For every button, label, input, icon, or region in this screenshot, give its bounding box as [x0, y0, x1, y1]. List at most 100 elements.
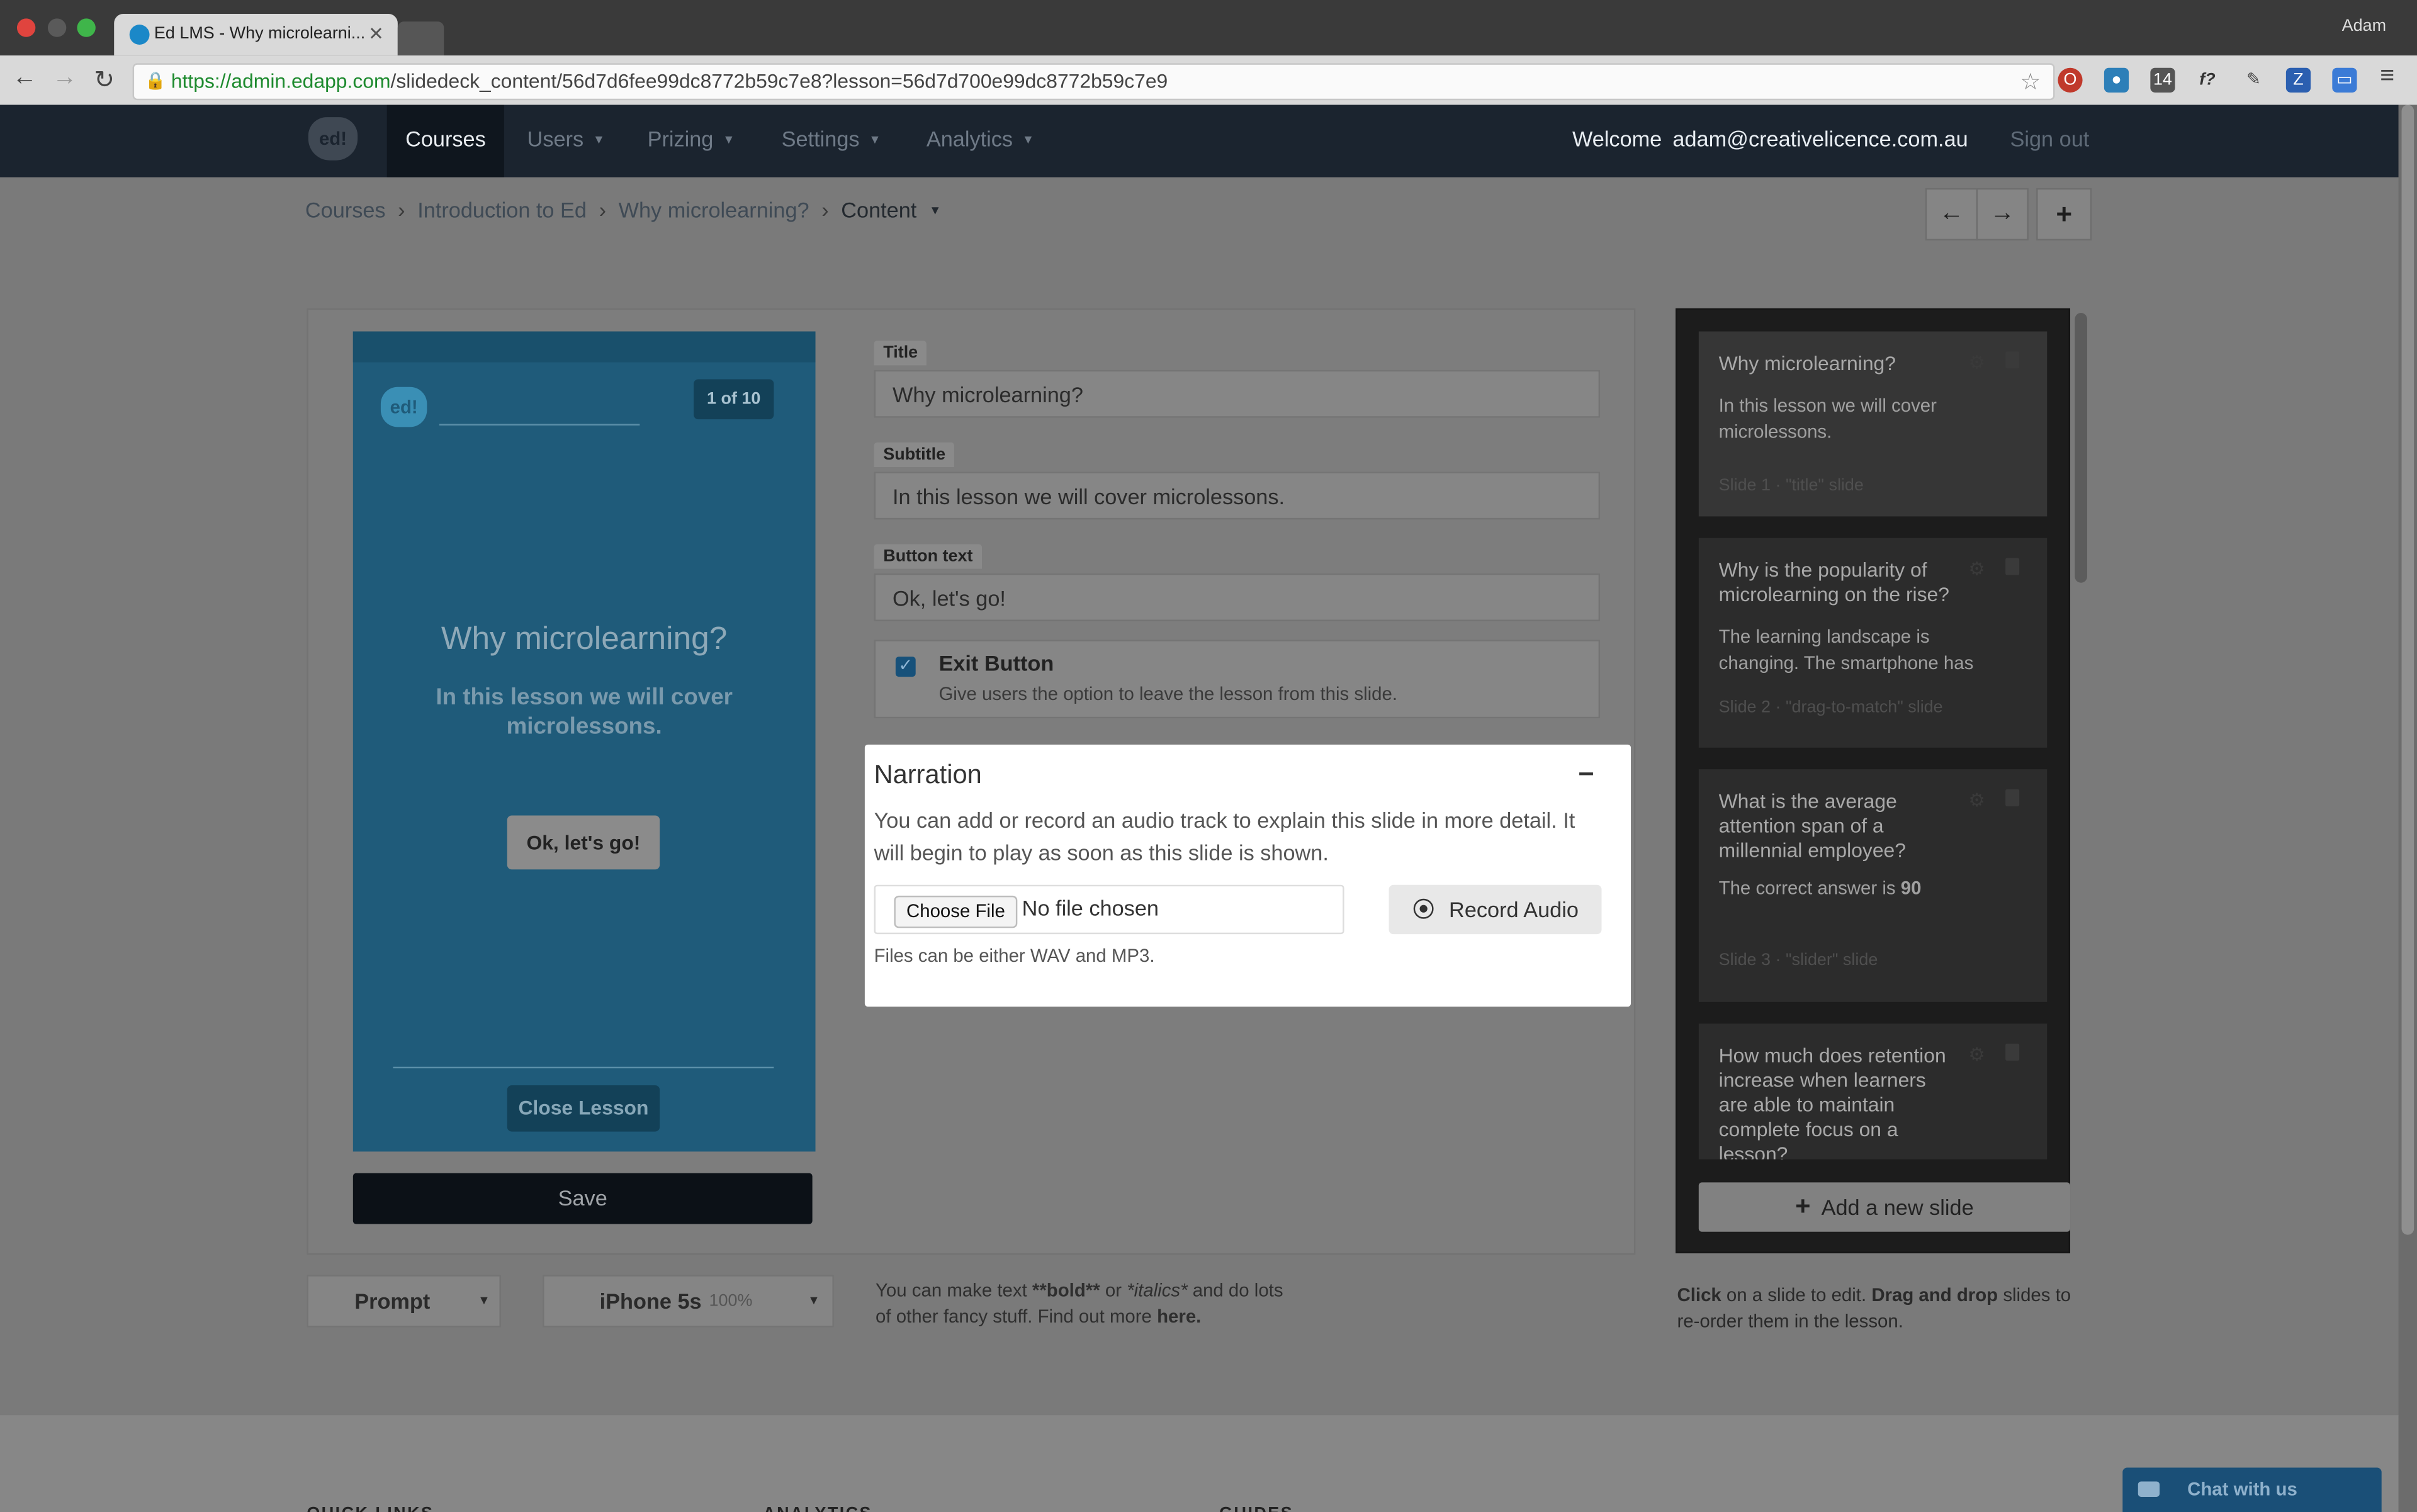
- slide-card[interactable]: What is the average attention span of a …: [1698, 769, 2048, 1002]
- subtitle-input[interactable]: In this lesson we will cover microlesson…: [874, 471, 1601, 520]
- breadcrumb-lesson[interactable]: Why microlearning?: [619, 197, 809, 222]
- sidebar-scrollbar[interactable]: [2075, 313, 2087, 583]
- breadcrumb-course[interactable]: Introduction to Ed: [417, 197, 587, 222]
- trash-icon[interactable]: [2005, 1043, 2020, 1061]
- screen-extension-icon[interactable]: ▭: [2332, 67, 2357, 93]
- record-audio-button[interactable]: Record Audio: [1389, 884, 1602, 935]
- reload-icon[interactable]: ↻: [94, 65, 115, 96]
- breadcrumb-current[interactable]: Content ▼: [841, 197, 941, 222]
- nav-courses[interactable]: Courses: [386, 104, 505, 178]
- next-lesson-button[interactable]: →: [1976, 188, 2029, 241]
- minimize-icon[interactable]: –: [1579, 757, 1594, 789]
- slide-meta: Slide 1 · "title" slide: [1718, 476, 1864, 495]
- narration-panel: Narration – You can add or record an aud…: [864, 744, 1631, 1007]
- title-input[interactable]: Why microlearning?: [874, 370, 1601, 418]
- breadcrumb-courses[interactable]: Courses: [305, 197, 386, 222]
- slide-body: The learning landscape is changing. The …: [1718, 626, 1974, 674]
- lock-icon: 🔒: [145, 72, 166, 91]
- preview-subtitle: In this lesson we will cover microlesson…: [436, 684, 733, 740]
- preview-start-button[interactable]: Ok, let's go!: [507, 815, 660, 870]
- page-scrollbar[interactable]: [2398, 104, 2417, 1512]
- extension-icon[interactable]: ●: [2104, 67, 2129, 93]
- caret-down-icon: ▼: [478, 1293, 490, 1307]
- device-select[interactable]: iPhone 5s 100% ▼: [543, 1275, 834, 1328]
- exit-button-label: Exit Button: [938, 650, 1054, 675]
- plus-icon: +: [2056, 198, 2073, 230]
- trash-icon[interactable]: [2005, 558, 2020, 575]
- nav-prizing[interactable]: Prizing ▼: [629, 105, 753, 178]
- tab-title: Ed LMS - Why microlearni...: [154, 25, 366, 43]
- preview-title: Why microlearning?: [441, 621, 728, 657]
- template-select[interactable]: Prompt ▼: [307, 1275, 501, 1328]
- preview-logo: ed!: [380, 386, 427, 427]
- slide-card[interactable]: Why microlearning? ⚙ In this lesson we w…: [1698, 331, 2048, 517]
- close-tab-icon[interactable]: ✕: [368, 23, 384, 45]
- caret-down-icon: ▼: [869, 132, 881, 147]
- sign-out-link[interactable]: Sign out: [2010, 127, 2089, 151]
- profile-name[interactable]: Adam: [2342, 17, 2386, 35]
- slide-preview: ed! 1 of 10 Why microlearning? In this l…: [352, 331, 816, 1152]
- gear-icon[interactable]: ⚙: [1968, 351, 1985, 373]
- main-nav: ed! Courses Users ▼ Prizing ▼ Settings ▼ An…: [0, 104, 2399, 178]
- user-email[interactable]: adam@creativelicence.com.au: [1672, 127, 1968, 151]
- footer-heading: GUIDES: [1219, 1504, 1293, 1512]
- browser-tab-strip: Ed LMS - Why microlearni... ✕ Adam: [0, 0, 2417, 56]
- zotero-extension-icon[interactable]: Z: [2285, 67, 2311, 93]
- close-lesson-button[interactable]: Close Lesson: [507, 1085, 660, 1132]
- add-button[interactable]: +: [2036, 188, 2092, 241]
- close-window-button[interactable]: [16, 18, 36, 37]
- welcome-message: Welcome adam@creativelicence.com.au: [1572, 126, 1968, 152]
- arrow-right-icon: →: [1990, 200, 2015, 227]
- back-arrow-icon[interactable]: ←: [13, 65, 37, 93]
- ed-logo[interactable]: ed!: [308, 117, 358, 161]
- site-favicon-icon: [129, 25, 150, 45]
- maximize-window-button[interactable]: [77, 18, 96, 37]
- button-text-input[interactable]: Ok, let's go!: [874, 573, 1601, 621]
- forward-arrow-icon[interactable]: →: [52, 65, 77, 93]
- button-text-label: Button text: [874, 541, 983, 569]
- caret-down-icon: ▼: [592, 132, 606, 147]
- choose-file-button[interactable]: Choose File: [894, 895, 1018, 928]
- exit-button-checkbox[interactable]: ✓: [895, 657, 916, 677]
- chat-widget-button[interactable]: Chat with us: [2122, 1467, 2382, 1512]
- slide-meta: Slide 2 · "drag-to-match" slide: [1718, 698, 1943, 717]
- narration-title: Narration: [874, 760, 982, 789]
- scrollbar-thumb[interactable]: [2401, 104, 2414, 1235]
- title-label: Title: [874, 337, 927, 366]
- nav-users[interactable]: Users ▼: [509, 105, 623, 178]
- caret-down-icon: ▼: [1022, 132, 1035, 147]
- formatting-help: You can make text **bold** or *italics* …: [876, 1279, 1283, 1328]
- opera-extension-icon[interactable]: O: [2058, 67, 2083, 93]
- slide-card[interactable]: How much does retention increase when le…: [1698, 1024, 2048, 1159]
- trash-icon[interactable]: [2005, 789, 2020, 806]
- formula-extension-icon[interactable]: f?: [2195, 68, 2219, 93]
- address-bar[interactable]: 🔒 https://admin.edapp.com/slidedeck_cont…: [132, 63, 2055, 101]
- file-format-hint: Files can be either WAV and MP3.: [874, 945, 1155, 967]
- add-slide-button[interactable]: + Add a new slide: [1698, 1182, 2071, 1232]
- gear-icon[interactable]: ⚙: [1968, 1044, 1985, 1065]
- slide-title: Why microlearning?: [1718, 351, 1896, 375]
- help-link[interactable]: here.: [1157, 1306, 1201, 1327]
- chat-bubble-icon: [2138, 1481, 2160, 1497]
- eyedropper-extension-icon[interactable]: ✎: [2241, 68, 2266, 93]
- gear-icon[interactable]: ⚙: [1968, 558, 1985, 580]
- gear-icon[interactable]: ⚙: [1968, 789, 1985, 811]
- plus-icon: +: [1795, 1192, 1811, 1221]
- new-tab-button[interactable]: [397, 21, 444, 56]
- exit-button-description: Give users the option to leave the lesso…: [938, 682, 1398, 705]
- previous-lesson-button[interactable]: ←: [1925, 188, 1978, 241]
- browser-tab[interactable]: Ed LMS - Why microlearni... ✕: [114, 14, 398, 56]
- nav-settings[interactable]: Settings ▼: [763, 105, 899, 178]
- minimize-window-button[interactable]: [47, 18, 67, 37]
- bookmark-star-icon[interactable]: ☆: [2020, 68, 2041, 96]
- save-button[interactable]: Save: [352, 1173, 813, 1224]
- calendar-extension-icon[interactable]: 14: [2150, 67, 2175, 93]
- exit-button-option: ✓ Exit Button Give users the option to l…: [874, 640, 1601, 719]
- footer: QUICK LINKS ANALYTICS GUIDES: [0, 1415, 2399, 1512]
- audio-file-input[interactable]: Choose File No file chosen: [874, 884, 1344, 935]
- trash-icon[interactable]: [2005, 351, 2020, 369]
- nav-analytics[interactable]: Analytics ▼: [908, 105, 1052, 178]
- menu-icon[interactable]: ≡: [2380, 63, 2394, 91]
- slide-card[interactable]: Why is the popularity of microlearning o…: [1698, 538, 2048, 748]
- arrow-left-icon: ←: [1939, 200, 1964, 227]
